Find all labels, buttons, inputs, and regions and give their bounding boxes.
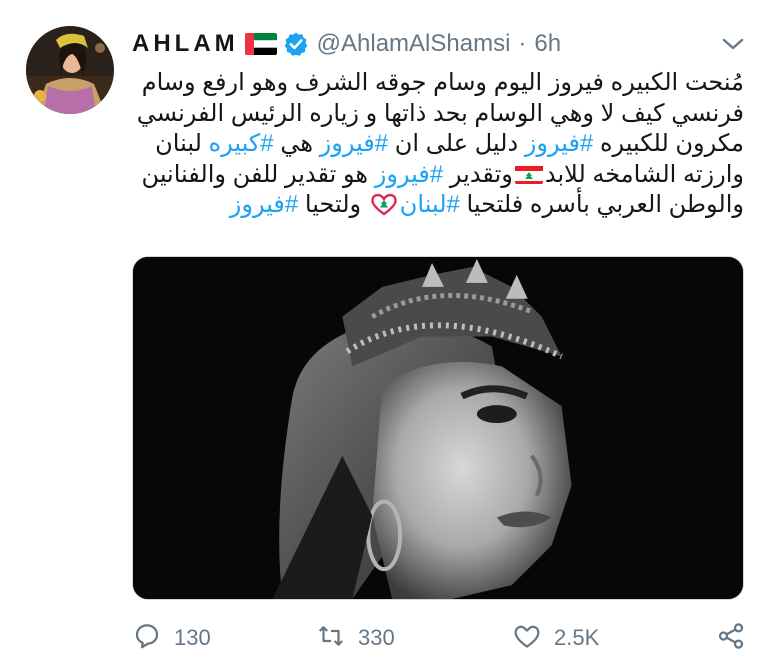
text-segment: والوطن العربي بأسره فلتحيا	[459, 191, 744, 218]
text-segment: لبنان	[155, 130, 209, 157]
hashtag-link[interactable]: #فيروز	[525, 130, 593, 157]
verified-badge-icon	[283, 31, 309, 57]
tweet-line: فرنسي كيف لا وهي الوسام بحد ذاتها و زيار…	[136, 99, 744, 127]
heart-icon	[512, 621, 542, 656]
text-segment: هي	[273, 130, 320, 157]
chevron-down-icon[interactable]	[720, 34, 746, 54]
tweet-line: والوطن العربي بأسره فلتحيا #لبنان ولتحيا…	[132, 190, 744, 221]
timestamp[interactable]: 6h	[534, 30, 561, 58]
hashtag-link[interactable]: #فيروز	[375, 161, 443, 188]
tweet[interactable]: AHLAM @AhlamAlShamsi · 6h مُنحت الكبيره …	[0, 0, 768, 669]
hashtag-link[interactable]: #فيروز	[320, 130, 388, 157]
tweet-header: AHLAM @AhlamAlShamsi · 6h	[132, 28, 561, 60]
tweet-actions: 130 330 2.5K	[0, 620, 768, 656]
media-photo[interactable]	[132, 256, 744, 600]
retweet-count: 330	[358, 625, 395, 650]
text-segment: دليل على ان	[388, 130, 525, 157]
hashtag-link[interactable]: #كبيره	[209, 130, 274, 157]
lebanon-flag-icon	[514, 164, 543, 184]
tweet-line: مكرون للكبيره #فيروز دليل على ان #فيروز …	[132, 129, 744, 160]
uae-flag-icon	[244, 33, 277, 55]
separator-dot: ·	[518, 30, 527, 57]
display-name[interactable]: AHLAM	[132, 30, 239, 58]
share-button[interactable]	[716, 620, 746, 656]
retweet-button[interactable]: 330	[316, 620, 395, 656]
tweet-text: مُنحت الكبيره فيروز اليوم وسام جوقه الشر…	[132, 68, 744, 221]
tweet-line: مُنحت الكبيره فيروز اليوم وسام جوقه الشر…	[141, 69, 744, 96]
text-segment: وارزته الشامخه للابد	[544, 160, 744, 188]
text-segment: مكرون للكبيره	[593, 130, 744, 157]
like-button[interactable]: 2.5K	[512, 620, 599, 656]
text-segment: ولتحيا	[298, 191, 368, 218]
hashtag-link[interactable]: #لبنان	[400, 191, 460, 218]
text-segment: هو تقدير للفن والفنانين	[141, 160, 375, 188]
retweet-icon	[316, 621, 346, 656]
reply-button[interactable]: 130	[132, 620, 211, 656]
text-segment: وتقدير	[443, 160, 513, 188]
reply-icon	[132, 621, 162, 656]
share-icon	[716, 621, 746, 656]
lebanon-heart-icon	[370, 192, 398, 216]
like-count: 2.5K	[554, 625, 600, 650]
avatar[interactable]	[26, 26, 114, 114]
tweet-line: وارزته الشامخه للابد وتقدير #فيروز هو تقد…	[132, 160, 744, 191]
reply-count: 130	[174, 625, 211, 650]
handle[interactable]: @AhlamAlShamsi	[317, 30, 511, 58]
hashtag-link[interactable]: #فيروز	[230, 191, 298, 218]
